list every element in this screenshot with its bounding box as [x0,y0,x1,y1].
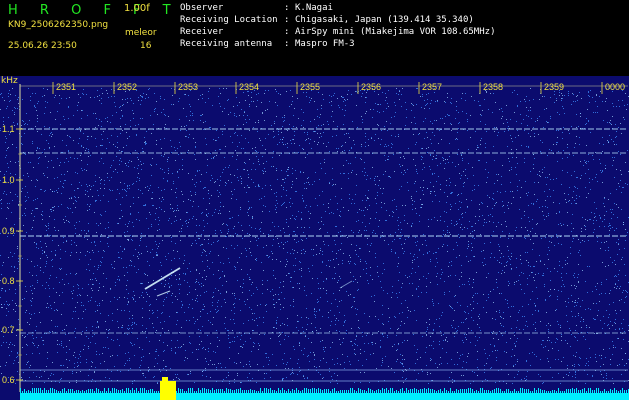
time-tick-label: 2359 [544,82,564,92]
time-tick-label: 0000 [605,82,625,92]
info-antenna-value: Maspro FM-3 [295,39,355,49]
info-observer-value: K.Nagai [295,3,333,13]
counter-value: 16 [140,41,152,51]
freq-tick-label: 0.6 [2,375,15,385]
info-receiver-value: AirSpy mini (Miakejima VOR 108.65MHz) [295,27,496,37]
freq-tick-label: 1.1 [2,124,15,134]
freq-tick-label: 1.0 [2,175,15,185]
time-tick-label: 2354 [239,82,259,92]
info-observer-label: Observer [180,3,224,13]
counter-label: meleor [125,28,157,38]
version-label: 1.00f [124,3,150,14]
filename-label: KN9_2506262350.png [8,20,109,30]
time-tick-label: 2352 [117,82,137,92]
time-tick-label: 2357 [422,82,442,92]
time-tick-label: 2356 [361,82,381,92]
spectrogram-background [0,76,629,400]
info-antenna-label: Receiving antenna [180,39,273,49]
app-logo: H R O F F T [8,3,180,18]
spectrogram: 2351 2352 2353 2354 2355 2356 2357 2358 2359 0000… [0,76,629,400]
info-location-value: Chigasaki, Japan (139.414 35.340) [295,15,474,25]
signal-burst [160,381,176,400]
spectrum-bar [20,393,629,400]
header-panel: H R O F F T 1.00f KN9_2506262350.png mel… [0,0,629,76]
freq-tick-label: 0.8 [2,276,15,286]
freq-tick-label: 0.9 [2,226,15,236]
time-tick-label: 2353 [178,82,198,92]
freq-tick-label: 0.7 [2,325,15,335]
time-tick-label: 2358 [483,82,503,92]
datetime-label: 25.06.26 23:50 [8,41,77,51]
info-location-label: Receiving Location [180,15,278,25]
unit-label: kHz [1,76,18,86]
time-tick-label: 2355 [300,82,320,92]
info-receiver-label: Receiver [180,27,224,37]
time-tick-label: 2351 [56,82,76,92]
